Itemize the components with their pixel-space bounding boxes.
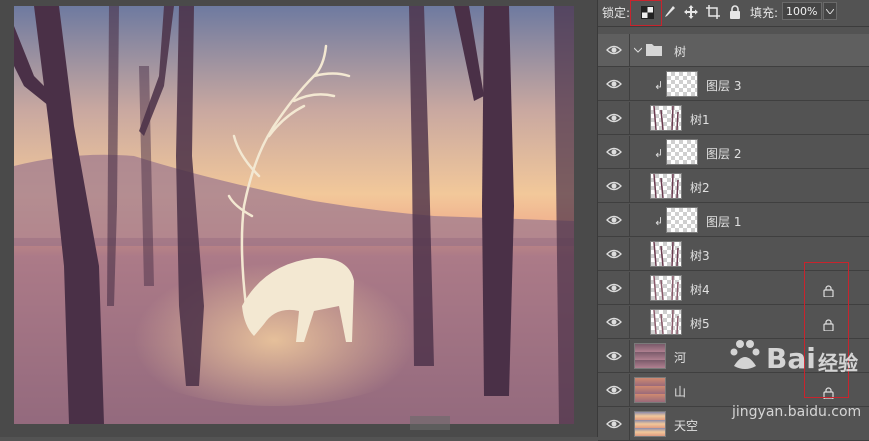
layer-thumbnail[interactable] [650,173,682,199]
visibility-toggle[interactable] [598,408,630,441]
lock-artboard-icon[interactable] [704,3,722,21]
layer-thumbnail[interactable] [650,309,682,335]
clipping-mask-icon: ↲ [654,79,664,92]
canvas-scroll-indicator[interactable] [410,416,450,430]
eye-icon[interactable] [606,280,622,296]
layer-row[interactable]: ↲ 图层 3 [598,68,869,101]
visibility-toggle[interactable] [598,340,630,373]
eye-icon[interactable] [606,382,622,398]
layer-thumbnail[interactable] [666,139,698,165]
visibility-toggle[interactable] [598,204,630,237]
visibility-toggle[interactable] [598,136,630,169]
layer-thumbnail[interactable] [666,71,698,97]
layer-group-tree[interactable]: 树 [598,34,869,67]
fill-label: 填充: [750,6,779,20]
eye-icon[interactable] [606,416,622,432]
layer-name[interactable]: 树5 [690,315,710,332]
layer-thumbnail[interactable] [634,411,666,437]
layer-name[interactable]: 树 [674,43,686,60]
layer-name[interactable]: 树2 [690,179,710,196]
eye-icon[interactable] [606,42,622,58]
layer-name[interactable]: 图层 1 [706,213,741,230]
clipping-mask-icon: ↲ [654,147,664,160]
lock-position-icon[interactable] [682,3,700,21]
layer-row[interactable]: 树1 [598,102,869,135]
fill-input[interactable]: 100% [782,2,822,20]
visibility-toggle[interactable] [598,68,630,101]
canvas-area[interactable] [0,0,597,437]
layer-thumbnail[interactable] [650,105,682,131]
eye-icon[interactable] [606,212,622,228]
visibility-toggle[interactable] [598,374,630,407]
layer-thumbnail[interactable] [634,377,666,403]
eye-icon[interactable] [606,246,622,262]
visibility-toggle[interactable] [598,34,630,67]
layer-name[interactable]: 树3 [690,247,710,264]
layer-name[interactable]: 天空 [674,417,698,434]
clipping-mask-icon: ↲ [654,215,664,228]
layer-name[interactable]: 图层 3 [706,77,741,94]
layer-thumbnail[interactable] [666,207,698,233]
eye-icon[interactable] [606,348,622,364]
layer-row[interactable]: 树2 [598,170,869,203]
lock-image-pixels-icon[interactable] [660,3,678,21]
folder-icon [646,44,662,56]
highlight-box-lock-icons [804,262,849,398]
visibility-toggle[interactable] [598,272,630,305]
eye-icon[interactable] [606,144,622,160]
eye-icon[interactable] [606,76,622,92]
lock-label: 锁定: [602,6,631,20]
eye-icon[interactable] [606,178,622,194]
layer-row[interactable]: ↲ 图层 2 [598,136,869,169]
visibility-toggle[interactable] [598,102,630,135]
visibility-toggle[interactable] [598,306,630,339]
lock-all-icon[interactable] [726,3,744,21]
layer-thumbnail[interactable] [650,241,682,267]
eye-icon[interactable] [606,110,622,126]
visibility-toggle[interactable] [598,170,630,203]
layer-row[interactable]: ↲ 图层 1 [598,204,869,237]
layer-thumbnail[interactable] [650,275,682,301]
layer-name[interactable]: 图层 2 [706,145,741,162]
artwork-canvas[interactable] [14,6,574,424]
eye-icon[interactable] [606,314,622,330]
layer-name[interactable]: 树4 [690,281,710,298]
layer-name[interactable]: 树1 [690,111,710,128]
highlight-box-lock-transparency [630,0,662,26]
layer-name[interactable]: 河 [674,349,686,366]
chevron-down-icon[interactable] [634,46,642,54]
layer-name[interactable]: 山 [674,383,686,400]
layer-thumbnail[interactable] [634,343,666,369]
layer-row[interactable]: 天空 [598,408,869,441]
fill-dropdown-button[interactable] [823,2,837,20]
visibility-toggle[interactable] [598,238,630,271]
